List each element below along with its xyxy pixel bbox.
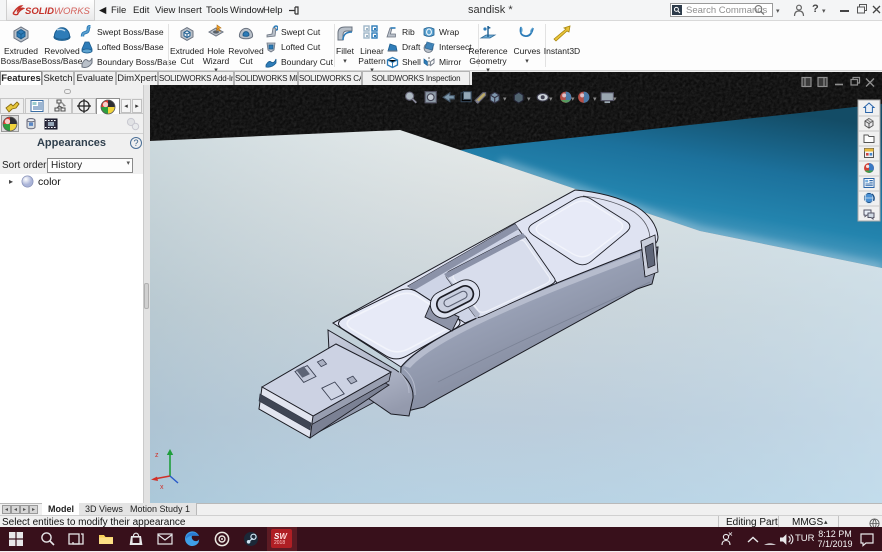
svg-text:WORKS: WORKS: [54, 6, 91, 17]
svg-text:▾: ▾: [613, 96, 617, 103]
svg-text:▾: ▾: [503, 96, 507, 103]
svg-text:▾: ▾: [571, 96, 575, 103]
svg-text:▾: ▾: [549, 96, 553, 103]
svg-text:▾: ▾: [527, 96, 531, 103]
svg-text:SOLID: SOLID: [25, 6, 54, 17]
svg-text:x: x: [160, 484, 164, 491]
svg-text:▾: ▾: [593, 96, 597, 103]
svg-text:z: z: [155, 452, 159, 459]
